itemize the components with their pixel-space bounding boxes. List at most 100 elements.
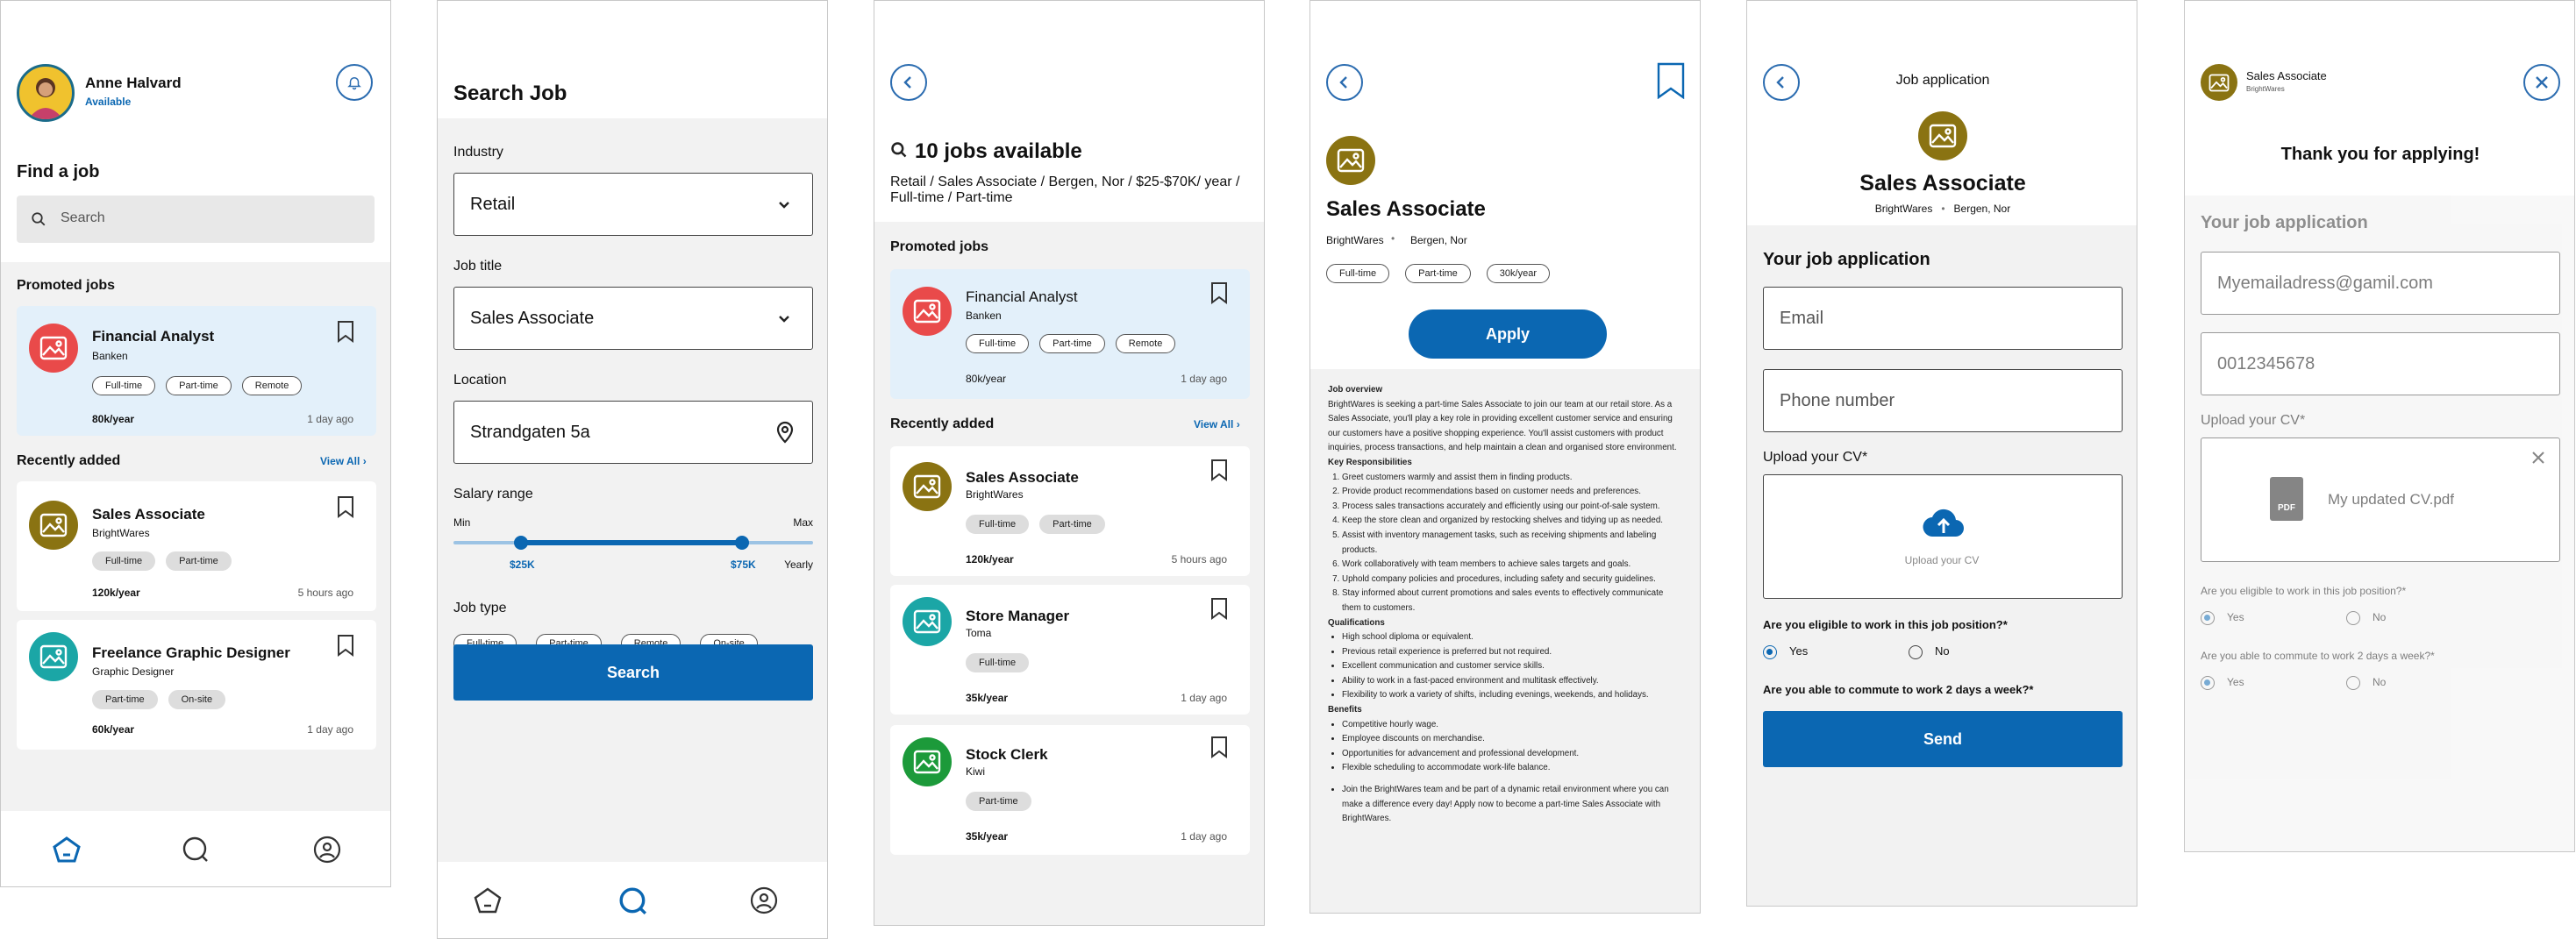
section-title: Promoted jobs — [17, 278, 116, 293]
close-icon — [2536, 76, 2548, 89]
job-card[interactable]: Sales Associate BrightWares Full-time Par… — [890, 446, 1250, 576]
close-button[interactable] — [2523, 64, 2560, 101]
time-posted: 1 day ago — [1181, 692, 1227, 704]
salary: 80k/year — [966, 373, 1007, 385]
avatar[interactable] — [17, 64, 75, 122]
radio-label: Yes — [2227, 611, 2244, 624]
send-button[interactable]: Send — [1763, 711, 2123, 767]
list-item: Excellent communication and customer ser… — [1342, 659, 1684, 674]
time-posted: 1 day ago — [1181, 830, 1227, 843]
jobtitle-select[interactable]: Sales Associate — [453, 287, 813, 350]
tag-row: Full-time — [966, 653, 1039, 672]
job-title: Stock Clerk — [966, 746, 1048, 763]
home-icon[interactable] — [52, 836, 82, 864]
search-icon — [891, 142, 907, 158]
home-icon[interactable] — [473, 886, 503, 914]
bookmark-icon[interactable] — [336, 634, 355, 657]
job-card[interactable]: Store Manager Toma Full-time 35k/year 1 … — [890, 585, 1250, 715]
job-title: Sales Associate — [966, 469, 1079, 486]
qualifications-list: High school diploma or equivalent. Previ… — [1328, 630, 1684, 703]
page-title: Search Job — [453, 82, 567, 105]
job-card[interactable]: Stock Clerk Kiwi Part-time 35k/year 1 da… — [890, 725, 1250, 855]
cv-file-box: PDF My updated CV.pdf — [2201, 437, 2560, 562]
list-item: Stay informed about current promotions a… — [1342, 587, 1684, 615]
bookmark-icon[interactable] — [1210, 281, 1229, 304]
back-button[interactable] — [1326, 64, 1363, 101]
time-posted: 5 hours ago — [297, 587, 353, 599]
job-card[interactable]: Freelance Graphic Designer Graphic Desig… — [17, 620, 376, 750]
tag-row: Full-time Part-time Remote — [92, 376, 312, 395]
image-icon — [39, 644, 68, 669]
view-all-link[interactable]: View All › — [320, 455, 367, 467]
bookmark-icon[interactable] — [336, 320, 355, 343]
field-label: Industry — [453, 145, 503, 160]
search-button[interactable]: Search — [453, 644, 813, 701]
industry-select[interactable]: Retail — [453, 173, 813, 236]
back-button[interactable] — [890, 64, 927, 101]
tag-row: Part-time On-site — [92, 690, 236, 709]
view-all-link[interactable]: View All › — [1194, 418, 1240, 430]
location-input[interactable]: Strandgaten 5a — [453, 401, 813, 464]
job-card[interactable]: Sales Associate BrightWares Full-time Par… — [17, 481, 376, 611]
section-title: Your job application — [1763, 250, 1930, 269]
radio-label: No — [2373, 611, 2387, 624]
job-tag: Part-time — [1405, 264, 1471, 283]
apply-button[interactable]: Apply — [1409, 309, 1607, 359]
bookmark-icon[interactable] — [1210, 736, 1229, 758]
job-tag: Part-time — [1039, 515, 1105, 534]
bookmark-icon[interactable] — [1210, 597, 1229, 620]
profile-icon[interactable] — [750, 886, 778, 914]
close-icon[interactable] — [2531, 451, 2545, 465]
user-name: Anne Halvard — [85, 75, 182, 91]
company-logo — [903, 287, 952, 336]
promoted-job-card[interactable]: Financial Analyst Banken Full-time Part-t… — [890, 269, 1250, 399]
job-title: Store Manager — [966, 608, 1070, 624]
bookmark-icon[interactable] — [1210, 459, 1229, 481]
email-field: Myemailadress@gamil.com — [2201, 252, 2560, 315]
company-logo — [2201, 64, 2237, 101]
radio-on — [1763, 644, 1777, 659]
search-icon[interactable] — [618, 886, 648, 916]
search-icon[interactable] — [182, 836, 210, 864]
tag-row: Part-time — [966, 792, 1042, 811]
image-icon — [913, 299, 941, 324]
bookmark-icon[interactable] — [336, 495, 355, 518]
qualifications-heading: Qualifications — [1328, 617, 1385, 628]
slider-max-handle[interactable] — [735, 536, 749, 550]
job-tag: Full-time — [966, 653, 1030, 672]
closing-list: Join the BrightWares team and be part of… — [1328, 783, 1684, 827]
results-screen: 10 jobs available Retail / Sales Associa… — [874, 0, 1265, 926]
chevron-left-icon — [903, 76, 911, 89]
time-posted: 5 hours ago — [1171, 553, 1227, 566]
image-icon — [1929, 124, 1957, 148]
notification-button[interactable] — [336, 64, 373, 101]
list-item: Provide product recommendations based on… — [1342, 485, 1684, 500]
profile-icon[interactable] — [313, 836, 341, 864]
email-value: Myemailadress@gamil.com — [2217, 274, 2433, 293]
job-title: Freelance Graphic Designer — [92, 644, 290, 661]
separator-dot: • — [1941, 203, 1945, 215]
cv-upload-box[interactable]: Upload your CV — [1763, 474, 2123, 599]
radio-label: Yes — [1789, 644, 1809, 658]
company-logo — [29, 632, 78, 681]
time-posted: 1 day ago — [307, 723, 353, 736]
email-field[interactable]: Email — [1763, 287, 2123, 350]
job-tag: Full-time — [92, 376, 156, 395]
image-icon — [2209, 74, 2230, 91]
radio-yes[interactable]: Yes — [1763, 644, 1808, 659]
job-title: Sales Associate — [1859, 171, 2026, 196]
salary: 35k/year — [966, 692, 1009, 704]
search-input[interactable]: Search — [17, 196, 375, 243]
company-location: BrightWares • Bergen, Nor — [1747, 203, 2137, 215]
job-tag: 30k/year — [1486, 264, 1550, 283]
job-tag: Part-time — [92, 690, 158, 709]
radio-no[interactable]: No — [1909, 644, 1950, 659]
promoted-job-card[interactable]: Financial Analyst Banken Full-time Part-t… — [17, 306, 376, 436]
job-tag: Part-time — [1039, 334, 1105, 353]
search-form: Industry Retail Job title Sales Associat… — [438, 118, 827, 862]
slider-min-handle[interactable] — [514, 536, 528, 550]
list-item: Process sales transactions accurately an… — [1342, 500, 1684, 515]
phone-field[interactable]: Phone number — [1763, 369, 2123, 432]
home-header: Anne Halvard Available — [1, 1, 390, 132]
bookmark-icon[interactable] — [1656, 62, 1686, 99]
